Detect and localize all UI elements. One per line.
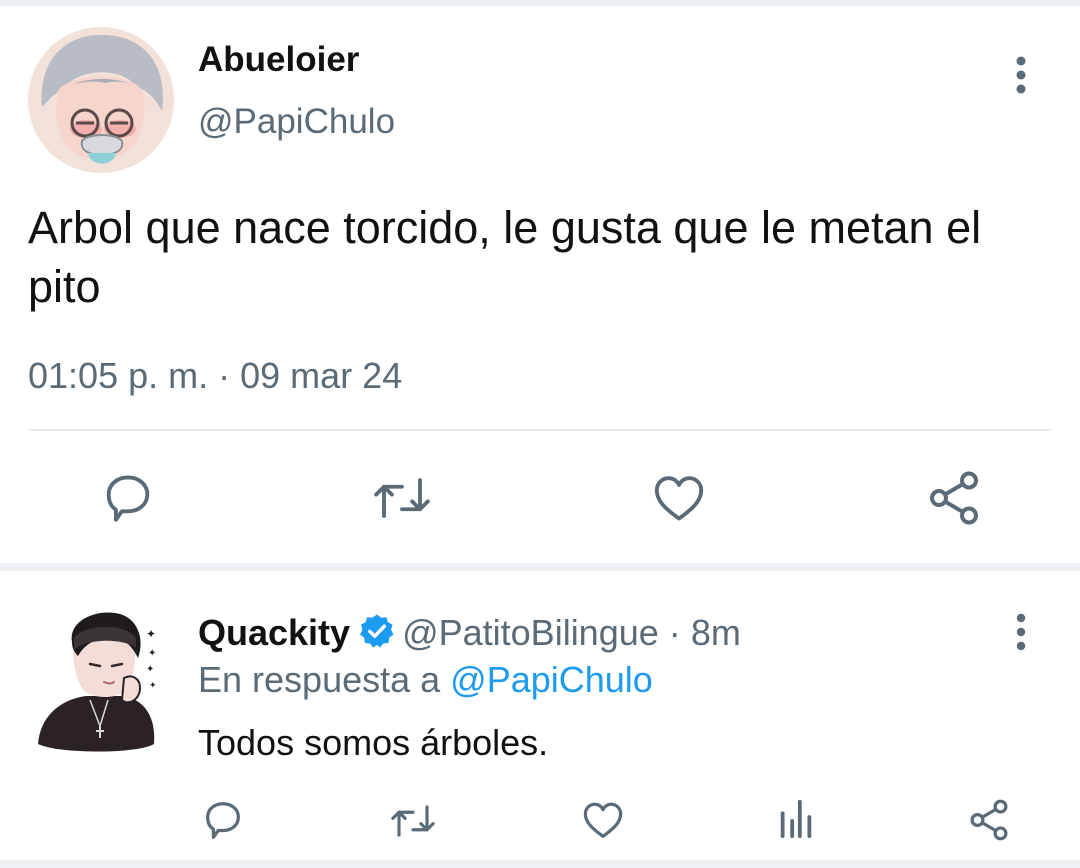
reply-author-handle[interactable]: @PatitoBilingue xyxy=(402,612,659,653)
reply-author-name[interactable]: Quackity xyxy=(198,612,350,653)
avatar-illustration xyxy=(28,27,174,173)
author-handle[interactable]: @PapiChulo xyxy=(198,102,395,142)
reply-text: Todos somos árboles. xyxy=(198,722,549,763)
retweet-icon[interactable] xyxy=(388,800,438,842)
tweet-timestamp[interactable]: 01:05 p. m. · 09 mar 24 xyxy=(28,355,402,397)
in-reply-to: En respuesta a @PapiChulo xyxy=(198,659,653,701)
more-vertical-icon[interactable] xyxy=(1004,54,1038,96)
avatar-illustration: ✦ ✦ ✦ ✦ xyxy=(28,608,174,754)
like-icon[interactable] xyxy=(580,797,626,843)
share-icon[interactable] xyxy=(966,797,1012,843)
svg-text:✦: ✦ xyxy=(149,681,157,691)
action-divider xyxy=(28,429,1052,431)
reply-icon[interactable] xyxy=(200,797,246,843)
more-vertical-icon[interactable] xyxy=(1006,612,1036,652)
author-name[interactable]: Abueloier xyxy=(198,40,359,80)
retweet-icon[interactable] xyxy=(370,471,434,525)
verified-badge-icon xyxy=(358,612,396,650)
tweet-text: Arbol que nace torcido, le gusta que le … xyxy=(28,202,982,312)
in-reply-to-label: En respuesta a xyxy=(198,659,441,700)
top-divider xyxy=(0,0,1080,6)
in-reply-to-mention[interactable]: @PapiChulo xyxy=(450,659,653,700)
like-icon[interactable] xyxy=(650,469,708,527)
bottom-separator xyxy=(0,860,1080,868)
tweet-date: 09 mar 24 xyxy=(240,355,403,396)
reply-author-avatar[interactable]: ✦ ✦ ✦ ✦ xyxy=(28,608,174,754)
share-icon[interactable] xyxy=(924,468,984,528)
reply-age[interactable]: 8m xyxy=(691,612,741,653)
tweet-separator xyxy=(0,563,1080,571)
reply-meta-separator: · xyxy=(668,612,681,653)
svg-text:✦: ✦ xyxy=(146,664,154,675)
svg-text:✦: ✦ xyxy=(146,627,156,641)
author-avatar[interactable] xyxy=(28,27,174,173)
reply-icon[interactable] xyxy=(99,469,157,527)
reply-header: Quackity @PatitoBilingue · 8m xyxy=(198,612,741,654)
meta-separator: · xyxy=(218,355,231,396)
svg-text:✦: ✦ xyxy=(148,648,156,659)
tweet-time: 01:05 p. m. xyxy=(28,355,209,396)
analytics-icon[interactable] xyxy=(776,798,816,840)
